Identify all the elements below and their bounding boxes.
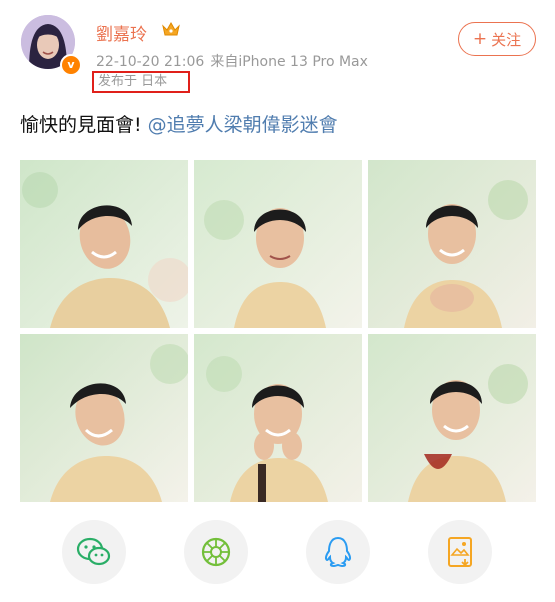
follow-button[interactable]: + 关注 bbox=[458, 22, 536, 56]
post-text: 愉快的見面會! @追夢人梁朝偉影迷會 bbox=[20, 110, 338, 137]
save-image-button[interactable] bbox=[428, 520, 492, 584]
wechat-share-button[interactable] bbox=[62, 520, 126, 584]
post-body: 愉快的見面會! bbox=[20, 114, 142, 136]
photo-3[interactable] bbox=[368, 160, 536, 328]
photo-1[interactable] bbox=[20, 160, 188, 328]
post-source: 来自iPhone 13 Pro Max bbox=[210, 54, 368, 70]
photo-4[interactable] bbox=[20, 334, 188, 502]
moments-share-button[interactable] bbox=[184, 520, 248, 584]
photo-5[interactable] bbox=[194, 334, 362, 502]
crown-icon bbox=[162, 21, 180, 36]
post-timestamp: 22-10-20 21:06 bbox=[96, 54, 205, 70]
mention-link[interactable]: @追夢人梁朝偉影迷會 bbox=[148, 114, 338, 136]
username[interactable]: 劉嘉玲 bbox=[96, 20, 147, 45]
post-location: 发布于 日本 bbox=[92, 71, 190, 93]
moments-icon bbox=[201, 537, 231, 567]
verified-badge-icon: v bbox=[60, 54, 82, 76]
wechat-icon bbox=[76, 537, 111, 566]
photo-6[interactable] bbox=[368, 334, 536, 502]
plus-icon: + bbox=[472, 29, 488, 49]
qq-share-button[interactable] bbox=[306, 520, 370, 584]
qq-icon bbox=[324, 536, 352, 568]
photo-2[interactable] bbox=[194, 160, 362, 328]
post-meta: 22-10-20 21:06 来自iPhone 13 Pro Max bbox=[96, 51, 374, 71]
follow-label: 关注 bbox=[491, 30, 522, 49]
save-image-icon bbox=[448, 537, 472, 567]
